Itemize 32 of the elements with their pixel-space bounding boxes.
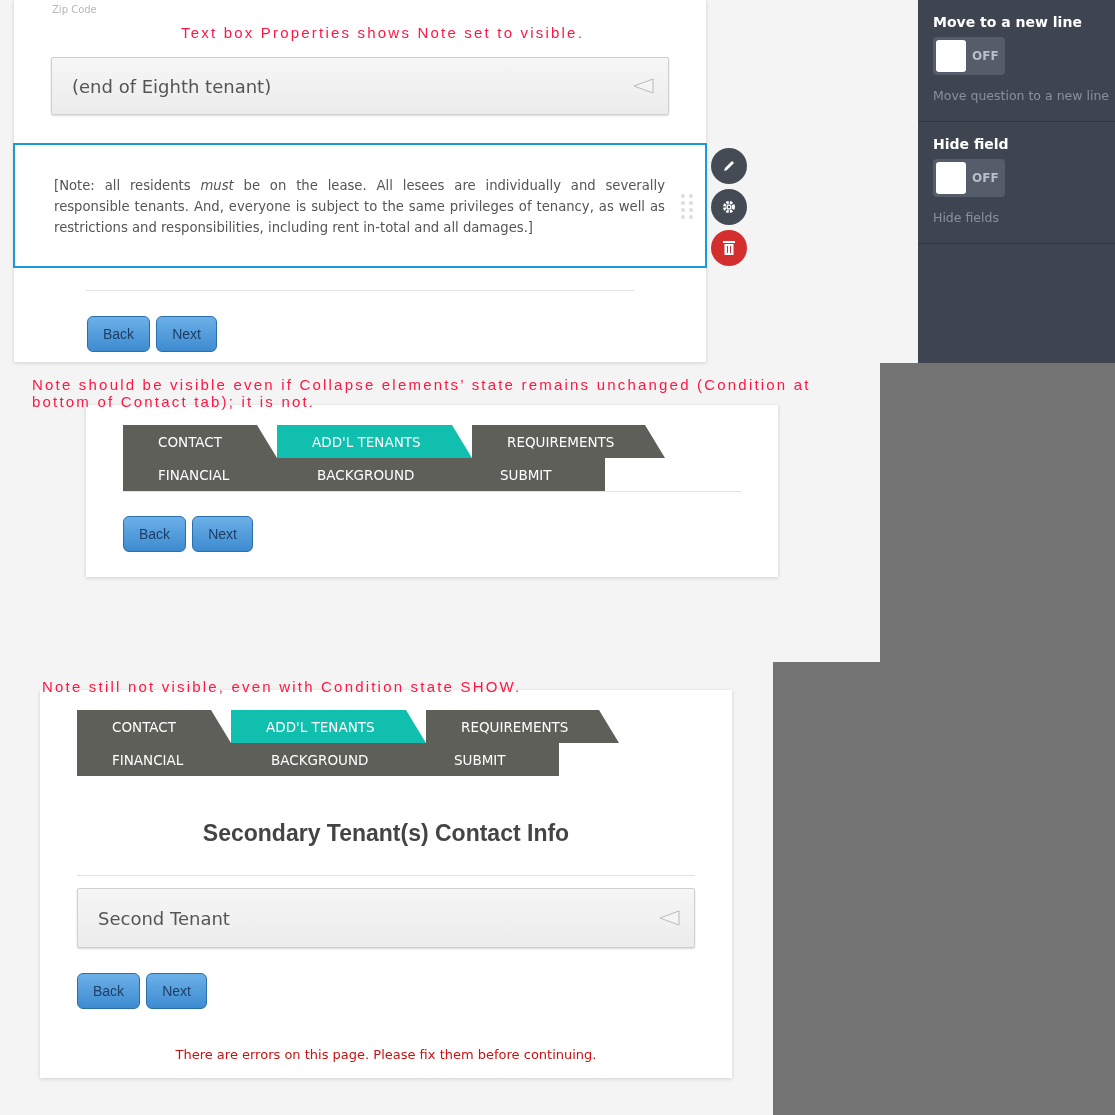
property-title: Hide field: [933, 136, 1010, 152]
property-hint: Hide fields: [933, 209, 1000, 225]
back-button[interactable]: Back: [87, 316, 151, 352]
collapse-header[interactable]: (end of Eighth tenant): [51, 57, 669, 115]
note-text: [Note: all residents must be on the lease. All lesees are individually and severally responsible tenants. And, everyone is subject to the same privileges of tenancy, as well as restrictions and responsibilities, including rent in-total and all damages.]: [54, 177, 665, 237]
back-button[interactable]: Back: [77, 973, 141, 1009]
form-tab[interactable]: REQUIREMENTS: [426, 710, 619, 743]
form-tab[interactable]: REQUIREMENTS: [472, 425, 665, 458]
back-button[interactable]: Back: [123, 516, 187, 552]
drag-handle-icon[interactable]: [681, 193, 693, 221]
delete-icon[interactable]: [711, 230, 747, 266]
property-hint: Move question to a new line: [933, 87, 1110, 103]
note-text-box[interactable]: [13, 143, 707, 268]
section-heading: Secondary Tenant(s) Contact Info: [201, 820, 571, 847]
error-message: There are errors on this page. Please fix them before continuing.: [174, 1047, 598, 1062]
settings-icon[interactable]: [711, 189, 747, 225]
property-title: Move to a new line: [933, 14, 1083, 30]
form-tab[interactable]: CONTACT: [77, 710, 231, 743]
field-label: Zip Code: [52, 4, 98, 15]
next-button[interactable]: Next: [156, 316, 217, 352]
toggle-switch[interactable]: OFF: [933, 37, 1005, 75]
annotation-text: Note still not visible, even with Condition state SHOW.: [42, 678, 522, 695]
next-button[interactable]: Next: [146, 973, 207, 1009]
edit-icon[interactable]: [711, 148, 747, 184]
triangle-icon: [632, 78, 654, 94]
triangle-icon: [658, 910, 680, 926]
annotation-text: Note should be visible even if Collapse elements’ state remains unchanged (Condition at bottom of Contact tab); it is not.: [32, 376, 812, 410]
toggle-switch[interactable]: OFF: [933, 159, 1005, 197]
form-tab[interactable]: CONTACT: [123, 425, 277, 458]
next-button[interactable]: Next: [192, 516, 253, 552]
annotation-text: Text box Properties shows Note set to visible.: [181, 24, 584, 41]
collapse-header[interactable]: Second Tenant: [77, 888, 695, 948]
